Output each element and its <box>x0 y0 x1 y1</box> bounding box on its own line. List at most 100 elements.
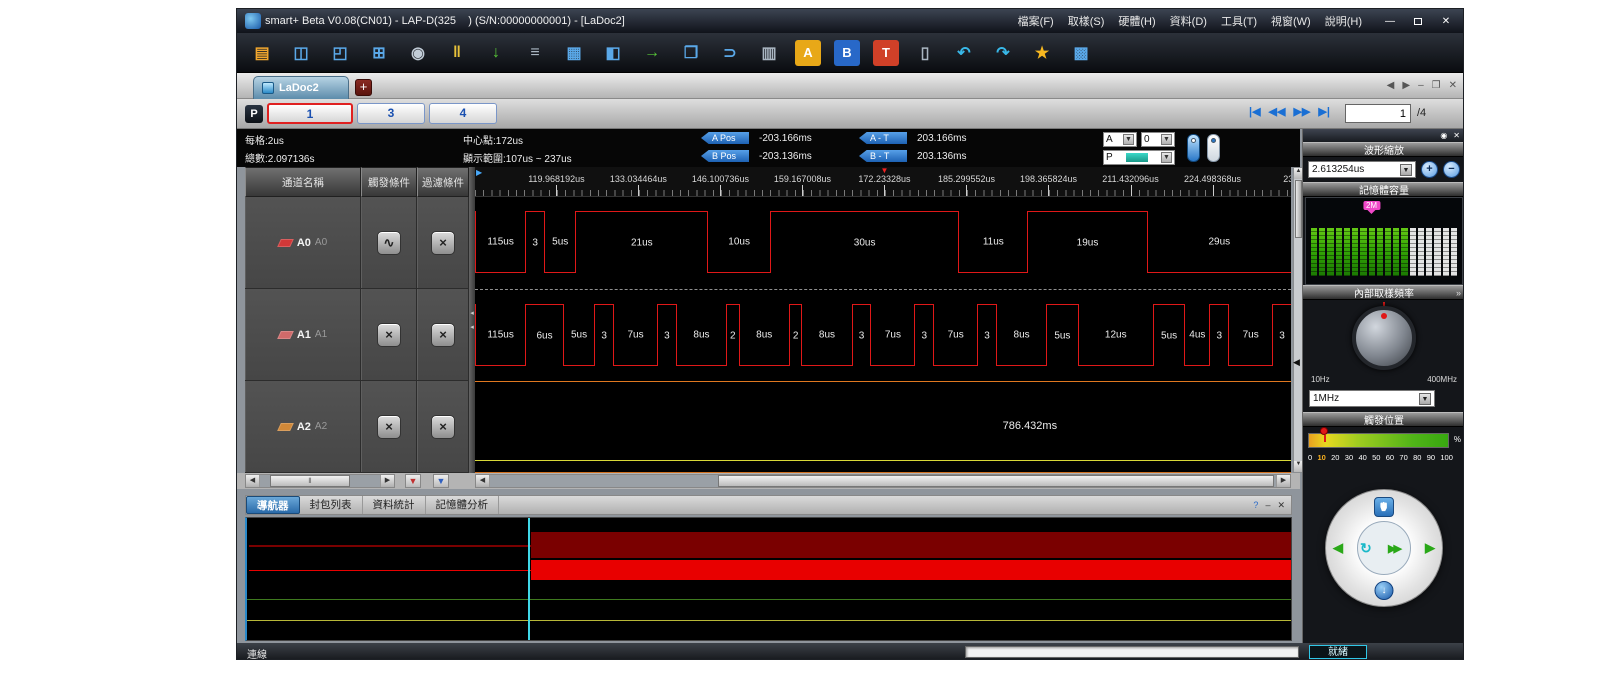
marker-select-a[interactable]: A▼ <box>1103 132 1137 147</box>
zoom-in-icon[interactable]: + <box>1421 161 1438 178</box>
filter-condition-button[interactable]: × <box>431 415 455 439</box>
doc-close-button[interactable]: ✕ <box>1449 80 1457 91</box>
minimize-button[interactable]: — <box>1377 13 1403 29</box>
channel-row-a1[interactable]: A1A1 × × <box>245 289 469 381</box>
waveform-area[interactable]: ▶ 119.968192us133.034464us146.100736us15… <box>475 167 1291 473</box>
menu-f[interactable]: 檔案(F) <box>1011 11 1061 31</box>
navigation-wheel[interactable]: ◀ ▶ ↻ ▶▶ ↓ <box>1325 489 1443 607</box>
channel-name-cell[interactable]: A0A0 <box>245 197 361 288</box>
scroll-thumb[interactable]: ⫴ <box>270 475 350 487</box>
help-icon[interactable]: ? <box>1253 500 1258 511</box>
single-acquisition-icon[interactable]: ↓ <box>483 40 509 66</box>
save-settings-icon[interactable]: ⊞ <box>366 40 392 66</box>
menu-t[interactable]: 工具(T) <box>1214 11 1264 31</box>
flag-t-icon[interactable]: T <box>873 40 899 66</box>
prev-page-icon[interactable]: ◀◀ <box>1269 105 1286 118</box>
scroll-thumb[interactable] <box>718 475 1274 487</box>
virtual-keypad-icon[interactable]: ▩ <box>1068 40 1094 66</box>
flag-b-icon[interactable]: B <box>834 40 860 66</box>
scroll-left-icon[interactable]: ◀ <box>476 475 490 487</box>
video-icon[interactable]: ▥ <box>756 40 782 66</box>
window-layout-icon[interactable]: ◧ <box>600 40 626 66</box>
filter-condition-button[interactable]: × <box>431 323 455 347</box>
filter-condition-button[interactable]: × <box>431 231 455 255</box>
screenshot-icon[interactable]: ◉ <box>405 40 431 66</box>
scroll-track[interactable] <box>490 475 1276 487</box>
tab-ladoc2[interactable]: LaDoc2 <box>253 76 349 99</box>
flag-a-icon[interactable]: A <box>795 40 821 66</box>
next-page-icon[interactable]: ▶▶ <box>1293 105 1310 118</box>
marker-b-pin-icon[interactable] <box>1207 134 1220 162</box>
navigator-view[interactable] <box>245 517 1292 641</box>
trigger-condition-button[interactable]: ∿ <box>377 231 401 255</box>
marker-select-number[interactable]: 0▼ <box>1141 132 1175 147</box>
scroll-right-icon[interactable]: ▶ <box>380 475 394 487</box>
panel-minimize-icon[interactable]: – <box>1265 500 1270 511</box>
bottom-tab-記憶體分析[interactable]: 記憶體分析 <box>426 496 500 514</box>
panel-close-icon[interactable]: ✕ <box>1277 500 1285 511</box>
trigger-position-pin-icon[interactable] <box>1320 427 1328 435</box>
hand-pan-icon[interactable] <box>1374 497 1394 517</box>
page-number-input[interactable] <box>1345 104 1411 123</box>
scroll-right-icon[interactable]: ▶ <box>1276 475 1290 487</box>
zoom-out-icon[interactable]: − <box>1443 161 1460 178</box>
navigator-view-cursor[interactable] <box>528 518 530 640</box>
menu-h[interactable]: 說明(H) <box>1318 11 1369 31</box>
close-panel-icon[interactable]: ✕ <box>1453 131 1460 140</box>
save-icon[interactable]: ◫ <box>288 40 314 66</box>
channel-horizontal-scrollbar[interactable]: ◀ ⫴ ▶ <box>245 474 395 488</box>
step-left-icon[interactable]: ◀ <box>1333 540 1343 556</box>
waveform-row-a0[interactable]: 115us35us21us10us30us11us19us29us <box>475 197 1291 289</box>
expand-chevron-icon[interactable]: » <box>1456 288 1461 298</box>
frequency-knob[interactable] <box>1352 306 1416 370</box>
bottom-tab-資料統計[interactable]: 資料統計 <box>363 496 426 514</box>
favorites-icon[interactable]: ★ <box>1029 40 1055 66</box>
frequency-select[interactable]: 1MHz▼ <box>1309 390 1435 407</box>
panel-splitter-arrow-icon[interactable]: ◀ <box>1293 357 1300 368</box>
filter-apply-icon[interactable]: ▼ <box>433 474 449 488</box>
waveform-row-a1[interactable]: 115us6us5us37us38us28us28us37us37us38us5… <box>475 289 1291 381</box>
menu-s[interactable]: 取樣(S) <box>1061 11 1112 31</box>
trigger-marker-icon[interactable]: ▼ <box>880 167 888 175</box>
channel-name-cell[interactable]: A2A2 <box>245 381 361 472</box>
device-icon[interactable]: ▯ <box>912 40 938 66</box>
export-icon[interactable]: → <box>639 40 665 66</box>
menu-h[interactable]: 硬體(H) <box>1111 11 1162 31</box>
last-page-icon[interactable]: ▶| <box>1318 105 1330 118</box>
probe-setup-icon[interactable]: ‖ <box>444 40 470 66</box>
page-menu-button[interactable]: P <box>245 105 263 123</box>
channel-row-a0[interactable]: A0A0 ∿ × <box>245 197 469 289</box>
pin-icon[interactable]: ◉ <box>1440 131 1447 140</box>
waveform-row-a2[interactable]: 786.432ms <box>475 381 1291 473</box>
vertical-scroll-thumb[interactable] <box>1295 180 1302 238</box>
trigger-condition-button[interactable]: × <box>377 323 401 347</box>
restore-button[interactable] <box>1405 13 1431 29</box>
undo-zoom-icon[interactable]: ↶ <box>951 40 977 66</box>
trigger-condition-button[interactable]: × <box>377 415 401 439</box>
close-button[interactable]: ✕ <box>1433 13 1459 29</box>
trigger-position-bar[interactable] <box>1308 433 1449 448</box>
doc-restore-button[interactable]: ❐ <box>1432 80 1441 91</box>
bus-decode-icon[interactable]: ▦ <box>561 40 587 66</box>
marker-select-p[interactable]: P▼ <box>1103 150 1175 165</box>
first-page-icon[interactable]: |◀ <box>1249 105 1261 118</box>
scroll-left-icon[interactable]: ◀ <box>246 475 260 487</box>
menu-w[interactable]: 視窗(W) <box>1264 11 1318 31</box>
play-forward-icon[interactable]: ▶▶ <box>1388 542 1399 555</box>
filter-off-icon[interactable]: ▼ <box>405 474 421 488</box>
waveform-horizontal-scrollbar[interactable]: ◀ ▶ <box>475 474 1291 488</box>
redo-zoom-icon[interactable]: ↷ <box>990 40 1016 66</box>
time-ruler[interactable]: ▶ 119.968192us133.034464us146.100736us15… <box>475 167 1291 197</box>
menu-d[interactable]: 資料(D) <box>1163 11 1214 31</box>
bottom-tab-導航器[interactable]: 導航器 <box>246 496 300 514</box>
marker-a-pin-icon[interactable] <box>1187 134 1200 162</box>
memory-page-icon[interactable]: ≡ <box>522 40 548 66</box>
bus-connect-icon[interactable]: ⊃ <box>717 40 743 66</box>
doc-minimize-button[interactable]: – <box>1418 80 1424 91</box>
page-down-icon[interactable]: ↓ <box>1375 581 1394 600</box>
stack-panel-icon[interactable]: ❐ <box>678 40 704 66</box>
step-right-icon[interactable]: ▶ <box>1425 540 1435 556</box>
channel-name-cell[interactable]: A1A1 <box>245 289 361 380</box>
open-file-icon[interactable]: ▤ <box>249 40 275 66</box>
page-button-4[interactable]: 4 <box>429 103 497 124</box>
